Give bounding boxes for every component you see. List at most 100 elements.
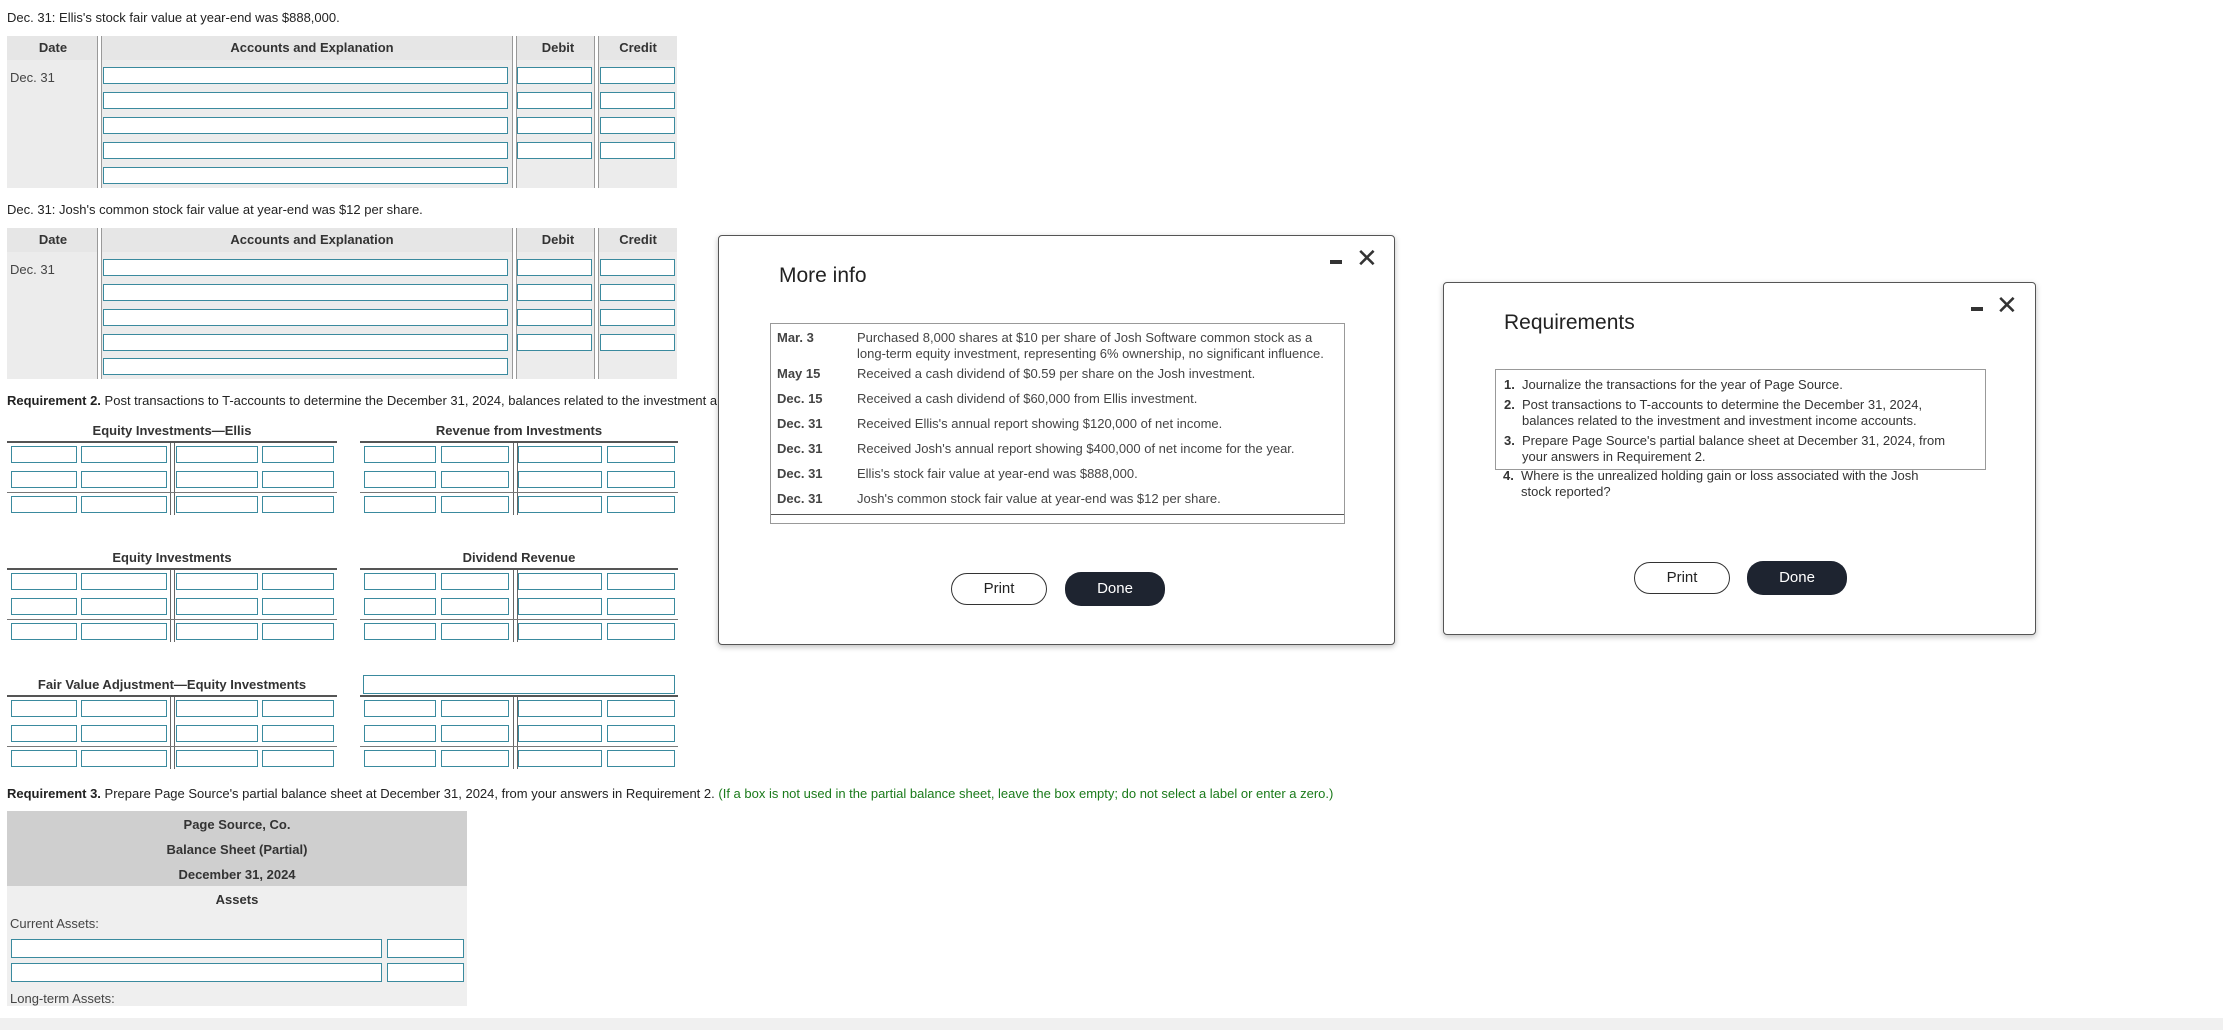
- credit-input[interactable]: [600, 309, 675, 326]
- taccount-credit-label-input[interactable]: [176, 496, 258, 513]
- taccount-debit-label-input[interactable]: [364, 623, 436, 640]
- debit-input[interactable]: [517, 142, 592, 159]
- taccount-credit-amount-input[interactable]: [262, 750, 334, 767]
- taccount-credit-amount-input[interactable]: [607, 446, 675, 463]
- taccount-credit-label-input[interactable]: [176, 623, 258, 640]
- debit-input[interactable]: [517, 284, 592, 301]
- taccount-debit-amount-input[interactable]: [441, 471, 509, 488]
- taccount-debit-label-input[interactable]: [11, 725, 77, 742]
- debit-input[interactable]: [517, 309, 592, 326]
- taccount-credit-label-input[interactable]: [176, 700, 258, 717]
- taccount-credit-label-input[interactable]: [518, 623, 602, 640]
- balance-sheet-amount-input[interactable]: [387, 939, 464, 958]
- taccount-credit-amount-input[interactable]: [262, 623, 334, 640]
- taccount-credit-amount-input[interactable]: [262, 598, 334, 615]
- print-button[interactable]: Print: [951, 573, 1047, 605]
- taccount-credit-amount-input[interactable]: [607, 573, 675, 590]
- taccount-title-input[interactable]: [363, 675, 675, 694]
- taccount-credit-amount-input[interactable]: [607, 471, 675, 488]
- taccount-debit-amount-input[interactable]: [441, 700, 509, 717]
- taccount-debit-amount-input[interactable]: [441, 496, 509, 513]
- taccount-credit-amount-input[interactable]: [262, 700, 334, 717]
- taccount-debit-label-input[interactable]: [364, 573, 436, 590]
- taccount-credit-label-input[interactable]: [518, 700, 602, 717]
- explanation-input[interactable]: [103, 167, 508, 184]
- taccount-debit-amount-input[interactable]: [81, 471, 167, 488]
- taccount-debit-amount-input[interactable]: [441, 725, 509, 742]
- print-button[interactable]: Print: [1634, 562, 1730, 594]
- debit-input[interactable]: [517, 117, 592, 134]
- taccount-debit-label-input[interactable]: [11, 446, 77, 463]
- taccount-debit-label-input[interactable]: [11, 471, 77, 488]
- balance-sheet-label-input[interactable]: [11, 963, 382, 982]
- taccount-credit-amount-input[interactable]: [262, 471, 334, 488]
- taccount-debit-amount-input[interactable]: [81, 496, 167, 513]
- account-input[interactable]: [103, 67, 508, 84]
- taccount-debit-label-input[interactable]: [364, 446, 436, 463]
- minimize-icon[interactable]: [1330, 260, 1342, 264]
- taccount-credit-label-input[interactable]: [518, 496, 602, 513]
- taccount-debit-amount-input[interactable]: [81, 750, 167, 767]
- taccount-credit-amount-input[interactable]: [262, 446, 334, 463]
- debit-input[interactable]: [517, 92, 592, 109]
- taccount-credit-label-input[interactable]: [518, 750, 602, 767]
- taccount-credit-label-input[interactable]: [518, 446, 602, 463]
- explanation-input[interactable]: [103, 358, 508, 375]
- taccount-debit-amount-input[interactable]: [81, 446, 167, 463]
- credit-input[interactable]: [600, 334, 675, 351]
- taccount-debit-amount-input[interactable]: [81, 598, 167, 615]
- debit-input[interactable]: [517, 334, 592, 351]
- taccount-debit-label-input[interactable]: [11, 750, 77, 767]
- credit-input[interactable]: [600, 67, 675, 84]
- taccount-debit-label-input[interactable]: [364, 700, 436, 717]
- account-input[interactable]: [103, 284, 508, 301]
- taccount-debit-label-input[interactable]: [11, 496, 77, 513]
- taccount-debit-label-input[interactable]: [11, 598, 77, 615]
- balance-sheet-label-input[interactable]: [11, 939, 382, 958]
- credit-input[interactable]: [600, 259, 675, 276]
- account-input[interactable]: [103, 259, 508, 276]
- taccount-debit-label-input[interactable]: [364, 750, 436, 767]
- taccount-credit-label-input[interactable]: [176, 725, 258, 742]
- credit-input[interactable]: [600, 142, 675, 159]
- balance-sheet-amount-input[interactable]: [387, 963, 464, 982]
- debit-input[interactable]: [517, 67, 592, 84]
- taccount-credit-amount-input[interactable]: [262, 725, 334, 742]
- taccount-credit-label-input[interactable]: [176, 573, 258, 590]
- taccount-credit-amount-input[interactable]: [262, 496, 334, 513]
- taccount-debit-label-input[interactable]: [11, 623, 77, 640]
- taccount-debit-label-input[interactable]: [364, 471, 436, 488]
- taccount-debit-amount-input[interactable]: [441, 446, 509, 463]
- taccount-debit-amount-input[interactable]: [81, 623, 167, 640]
- taccount-debit-amount-input[interactable]: [441, 598, 509, 615]
- taccount-credit-label-input[interactable]: [176, 446, 258, 463]
- taccount-debit-amount-input[interactable]: [441, 573, 509, 590]
- account-input[interactable]: [103, 92, 508, 109]
- credit-input[interactable]: [600, 117, 675, 134]
- taccount-credit-amount-input[interactable]: [607, 700, 675, 717]
- taccount-credit-label-input[interactable]: [176, 598, 258, 615]
- taccount-credit-label-input[interactable]: [176, 750, 258, 767]
- taccount-debit-label-input[interactable]: [364, 725, 436, 742]
- taccount-debit-amount-input[interactable]: [81, 573, 167, 590]
- taccount-credit-label-input[interactable]: [518, 598, 602, 615]
- debit-input[interactable]: [517, 259, 592, 276]
- taccount-debit-amount-input[interactable]: [81, 700, 167, 717]
- taccount-credit-label-input[interactable]: [518, 471, 602, 488]
- close-icon[interactable]: ✕: [1356, 245, 1378, 271]
- taccount-credit-amount-input[interactable]: [607, 725, 675, 742]
- taccount-debit-label-input[interactable]: [11, 700, 77, 717]
- taccount-credit-label-input[interactable]: [518, 725, 602, 742]
- taccount-debit-amount-input[interactable]: [441, 623, 509, 640]
- taccount-debit-amount-input[interactable]: [441, 750, 509, 767]
- taccount-credit-amount-input[interactable]: [262, 573, 334, 590]
- account-input[interactable]: [103, 142, 508, 159]
- credit-input[interactable]: [600, 284, 675, 301]
- taccount-debit-label-input[interactable]: [11, 573, 77, 590]
- taccount-credit-amount-input[interactable]: [607, 598, 675, 615]
- minimize-icon[interactable]: [1971, 307, 1983, 311]
- credit-input[interactable]: [600, 92, 675, 109]
- taccount-credit-label-input[interactable]: [176, 471, 258, 488]
- account-input[interactable]: [103, 117, 508, 134]
- account-input[interactable]: [103, 309, 508, 326]
